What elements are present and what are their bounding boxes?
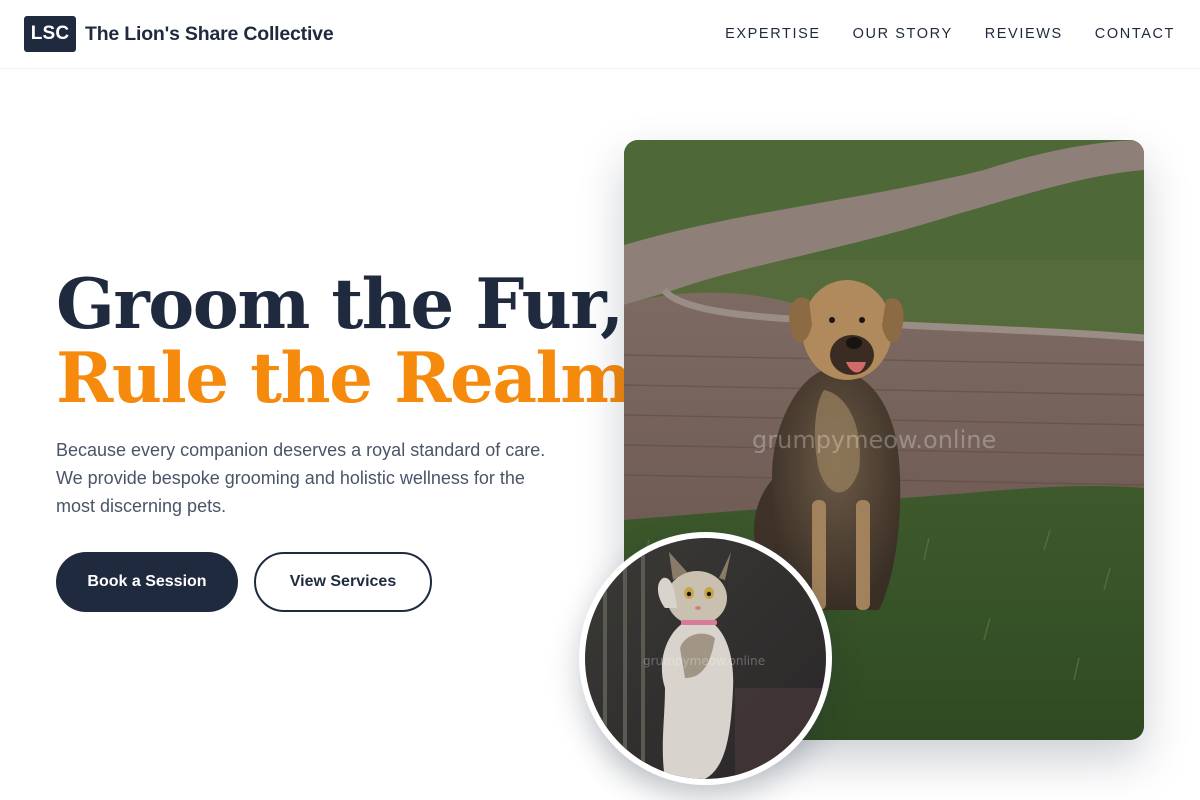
nav-our-story[interactable]: OUR STORY: [853, 26, 953, 42]
book-session-button[interactable]: Book a Session: [56, 552, 238, 612]
hero-title: Groom the Fur, Rule the Realm.: [56, 264, 656, 419]
brand-name: The Lion's Share Collective: [85, 22, 334, 45]
cat-photo: grumpymeow.online: [579, 532, 832, 785]
nav-expertise[interactable]: EXPERTISE: [725, 26, 821, 42]
view-services-button[interactable]: View Services: [254, 552, 432, 612]
nav-contact[interactable]: CONTACT: [1095, 26, 1175, 42]
main-nav: EXPERTISE OUR STORY REVIEWS CONTACT: [725, 26, 1175, 42]
nav-reviews[interactable]: REVIEWS: [985, 26, 1063, 42]
hero-description: Because every companion deserves a royal…: [56, 440, 546, 516]
brand-logo-link[interactable]: LSC The Lion's Share Collective: [24, 16, 334, 52]
logo-mark: LSC: [24, 16, 76, 52]
hero-title-line2: Rule the Realm.: [56, 338, 656, 419]
site-header: LSC The Lion's Share Collective EXPERTIS…: [0, 0, 1200, 69]
hero-title-line1: Groom the Fur,: [56, 264, 624, 345]
landing-page: LSC The Lion's Share Collective EXPERTIS…: [0, 0, 1200, 800]
